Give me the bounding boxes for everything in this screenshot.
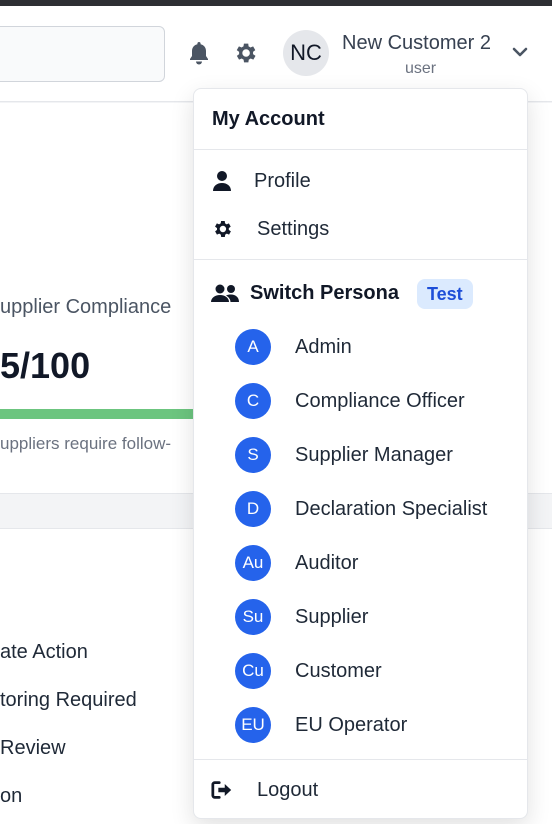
switch-persona-header: Switch Persona Test xyxy=(194,277,527,313)
menu-item-profile[interactable]: Profile xyxy=(194,161,527,201)
action-list-item[interactable]: Review xyxy=(0,737,66,760)
persona-item-auditor[interactable]: Au Auditor xyxy=(194,536,527,590)
bell-icon xyxy=(190,42,208,65)
action-list-item[interactable]: ate Action xyxy=(0,641,88,664)
compliance-note: uppliers require follow- xyxy=(0,434,172,453)
persona-label: Admin xyxy=(295,336,352,358)
persona-item-admin[interactable]: A Admin xyxy=(194,320,527,374)
persona-item-customer[interactable]: Cu Customer xyxy=(194,644,527,698)
test-badge: Test xyxy=(417,279,473,309)
menu-divider xyxy=(194,149,527,150)
persona-avatar: D xyxy=(235,491,271,527)
persona-item-supplier-manager[interactable]: S Supplier Manager xyxy=(194,428,527,482)
persona-avatar: EU xyxy=(235,707,271,743)
menu-divider xyxy=(194,259,527,260)
persona-label: Compliance Officer xyxy=(295,390,465,412)
user-role: user xyxy=(405,60,437,77)
account-dropdown-menu: My Account Profile Settings Switch Perso… xyxy=(193,88,528,819)
user-icon xyxy=(211,170,233,192)
gear-icon xyxy=(236,43,256,63)
avatar[interactable]: NC xyxy=(283,30,329,76)
switch-persona-label: Switch Persona xyxy=(250,282,399,304)
persona-avatar: C xyxy=(235,383,271,419)
persona-avatar: Cu xyxy=(235,653,271,689)
menu-item-label: Settings xyxy=(257,217,330,240)
persona-avatar: A xyxy=(235,329,271,365)
user-name[interactable]: New Customer 2 xyxy=(342,32,491,55)
sign-out-icon xyxy=(211,779,233,801)
menu-item-settings[interactable]: Settings xyxy=(194,209,527,249)
persona-item-declaration-specialist[interactable]: D Declaration Specialist xyxy=(194,482,527,536)
notifications-button[interactable] xyxy=(186,40,212,66)
persona-label: Auditor xyxy=(295,552,359,574)
persona-item-supplier[interactable]: Su Supplier xyxy=(194,590,527,644)
menu-divider xyxy=(194,759,527,760)
persona-item-compliance-officer[interactable]: C Compliance Officer xyxy=(194,374,527,428)
persona-label: Declaration Specialist xyxy=(295,498,488,520)
users-icon xyxy=(211,283,239,310)
persona-label: EU Operator xyxy=(295,714,408,736)
persona-label: Customer xyxy=(295,660,382,682)
compliance-score: 5/100 xyxy=(0,345,91,386)
menu-item-label: Logout xyxy=(257,778,319,801)
persona-avatar: Su xyxy=(235,599,271,635)
gear-icon xyxy=(211,218,233,240)
menu-item-label: Profile xyxy=(254,169,311,192)
action-list-item[interactable]: on xyxy=(0,785,22,808)
compliance-card-title: upplier Compliance xyxy=(0,296,172,318)
persona-avatar: Au xyxy=(235,545,271,581)
search-input[interactable] xyxy=(0,26,165,82)
persona-avatar: S xyxy=(235,437,271,473)
settings-button[interactable] xyxy=(232,40,258,66)
chevron-down-icon[interactable] xyxy=(511,46,529,60)
persona-label: Supplier xyxy=(295,606,369,628)
persona-label: Supplier Manager xyxy=(295,444,453,466)
menu-item-logout[interactable]: Logout xyxy=(194,770,527,810)
compliance-progress-bar xyxy=(0,409,195,419)
dropdown-title: My Account xyxy=(212,108,325,130)
persona-item-eu-operator[interactable]: EU EU Operator xyxy=(194,698,527,752)
action-list-item[interactable]: toring Required xyxy=(0,689,137,712)
